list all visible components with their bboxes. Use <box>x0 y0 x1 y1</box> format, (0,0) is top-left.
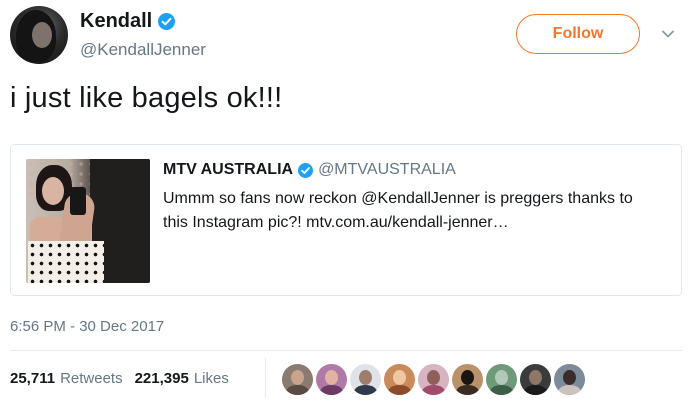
likes-count: 221,395 <box>134 370 189 387</box>
liker-avatar-head <box>563 370 576 385</box>
tweet-stats: 25,711 Retweets 221,395 Likes <box>10 370 229 387</box>
image-phone <box>70 187 86 215</box>
stats-divider <box>265 358 266 398</box>
liker-avatar-body <box>354 385 377 395</box>
liker-avatar-head <box>427 370 440 385</box>
image-face <box>42 177 64 205</box>
liker-avatar[interactable] <box>520 364 551 395</box>
quoted-author-name: MTV AUSTRALIA <box>163 161 294 178</box>
liker-avatar-body <box>558 385 581 395</box>
quoted-verified-badge-icon <box>298 162 314 178</box>
liker-avatar[interactable] <box>452 364 483 395</box>
liker-avatar-head <box>461 370 474 385</box>
likes-label: Likes <box>193 370 229 387</box>
divider <box>10 350 682 351</box>
liker-avatar[interactable] <box>384 364 415 395</box>
quoted-tweet-header: MTV AUSTRALIA @MTVAUSTRALIA <box>163 161 456 179</box>
retweets-stat[interactable]: 25,711 Retweets <box>10 370 123 387</box>
liker-avatar[interactable] <box>554 364 585 395</box>
liker-avatars <box>282 364 585 395</box>
retweets-count: 25,711 <box>10 370 56 387</box>
quoted-tweet-card[interactable]: MTV AUSTRALIA @MTVAUSTRALIA Ummm so fans… <box>10 144 682 296</box>
liker-avatar-body <box>286 385 309 395</box>
author-display-name[interactable]: Kendall <box>80 10 152 33</box>
author-avatar[interactable] <box>10 6 68 64</box>
chevron-down-icon[interactable] <box>660 26 676 42</box>
image-dress <box>28 241 104 283</box>
liker-avatar-head <box>393 370 406 385</box>
quoted-author-handle: @MTVAUSTRALIA <box>318 161 456 178</box>
liker-avatar[interactable] <box>316 364 347 395</box>
quoted-tweet-body: Ummm so fans now reckon @KendallJenner i… <box>163 187 673 235</box>
tweet-timestamp[interactable]: 6:56 PM - 30 Dec 2017 <box>10 318 164 335</box>
liker-avatar-head <box>529 370 542 385</box>
liker-avatar-head <box>325 370 338 385</box>
liker-avatar-body <box>456 385 479 395</box>
verified-badge-icon <box>158 13 176 30</box>
liker-avatar[interactable] <box>350 364 381 395</box>
follow-button[interactable]: Follow <box>516 14 640 54</box>
liker-avatar-body <box>388 385 411 395</box>
quoted-tweet-image[interactable] <box>26 159 150 283</box>
liker-avatar[interactable] <box>282 364 313 395</box>
likes-stat[interactable]: 221,395 Likes <box>135 370 229 387</box>
retweets-label: Retweets <box>60 370 123 387</box>
liker-avatar-body <box>490 385 513 395</box>
liker-avatar[interactable] <box>486 364 517 395</box>
liker-avatar[interactable] <box>418 364 449 395</box>
quoted-tweet-line-2: this Instagram pic?! mtv.com.au/kendall-… <box>163 214 509 231</box>
liker-avatar-head <box>495 370 508 385</box>
author-name-row: Kendall <box>80 10 176 33</box>
tweet-text: i just like bagels ok!!! <box>10 82 283 114</box>
liker-avatar-body <box>524 385 547 395</box>
liker-avatar-head <box>291 370 304 385</box>
liker-avatar-body <box>320 385 343 395</box>
quoted-tweet-line-1: Ummm so fans now reckon @KendallJenner i… <box>163 190 633 207</box>
liker-avatar-body <box>422 385 445 395</box>
author-handle[interactable]: @KendallJenner <box>80 40 206 60</box>
liker-avatar-head <box>359 370 372 385</box>
avatar-face <box>32 22 52 48</box>
